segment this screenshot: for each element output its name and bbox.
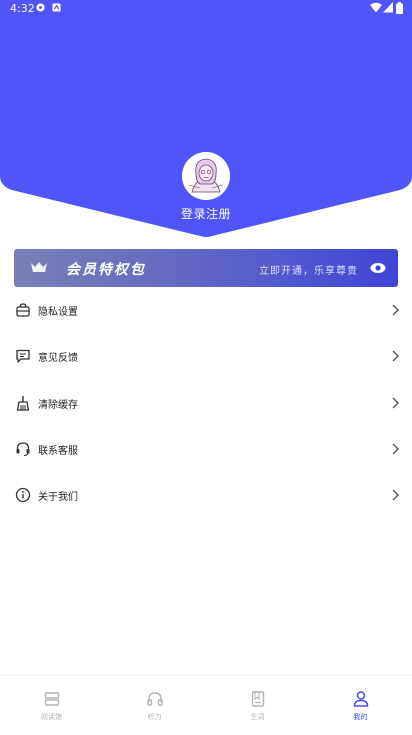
record-icon — [36, 3, 45, 12]
menu-label-privacy: 隐私设置 — [38, 307, 78, 318]
chevron-right-icon — [392, 304, 399, 316]
tab-label-mine: 我的 — [353, 713, 368, 721]
crown-icon — [31, 262, 47, 272]
chevron-right-icon — [392, 489, 399, 501]
wifi-icon — [370, 2, 382, 13]
bookshelf-icon — [44, 692, 60, 706]
menu-item-about[interactable]: 关于我们 — [0, 483, 412, 507]
tab-listening[interactable]: 听力 — [103, 676, 206, 735]
headphones-icon — [147, 692, 163, 706]
status-bar: 4:32 — [0, 0, 412, 16]
tab-mine[interactable]: 我的 — [309, 676, 412, 735]
menu-label-feedback: 意见反馈 — [38, 353, 78, 364]
login-register-link[interactable]: 登录注册 — [0, 205, 412, 222]
menu-item-feedback[interactable]: 意见反馈 — [0, 344, 412, 368]
vip-banner[interactable]: 会员特权包 立即开通，乐享尊贵 — [14, 249, 398, 287]
tab-label-listening: 听力 — [147, 713, 162, 721]
avatar-illustration — [182, 152, 230, 200]
menu-item-privacy[interactable]: 隐私设置 — [0, 298, 412, 322]
tab-label-reading-hall: 阅读馆 — [41, 713, 62, 721]
chevron-right-icon — [392, 350, 399, 362]
headset-icon — [16, 442, 30, 457]
status-time: 4:32 — [10, 2, 35, 15]
lock-bag-icon — [16, 303, 30, 317]
notebook-icon — [251, 691, 265, 707]
info-icon — [15, 487, 31, 503]
bottom-tab-bar: 阅读馆 听力 生词 我的 — [0, 675, 412, 735]
notification-icon — [52, 3, 61, 12]
message-icon — [16, 349, 30, 363]
vip-subtitle: 立即开通，乐享尊贵 — [259, 266, 358, 277]
person-icon — [353, 691, 369, 707]
tab-vocabulary[interactable]: 生词 — [206, 676, 309, 735]
menu-item-customer-service[interactable]: 联系客服 — [0, 437, 412, 461]
eye-icon — [370, 263, 386, 273]
menu-label-customer-service: 联系客服 — [38, 446, 78, 457]
tab-label-vocabulary: 生词 — [250, 713, 265, 721]
chevron-right-icon — [392, 397, 399, 409]
signal-icon — [383, 2, 393, 13]
broom-icon — [16, 396, 30, 411]
chevron-right-icon — [392, 443, 399, 455]
menu-item-clear-cache[interactable]: 清除缓存 — [0, 391, 412, 415]
avatar[interactable] — [182, 152, 230, 200]
menu-label-about: 关于我们 — [38, 492, 78, 503]
vip-title: 会员特权包 — [66, 262, 146, 278]
menu-label-clear-cache: 清除缓存 — [38, 400, 78, 411]
header-background — [0, 0, 412, 237]
tab-reading-hall[interactable]: 阅读馆 — [0, 676, 103, 735]
battery-icon — [396, 2, 403, 14]
